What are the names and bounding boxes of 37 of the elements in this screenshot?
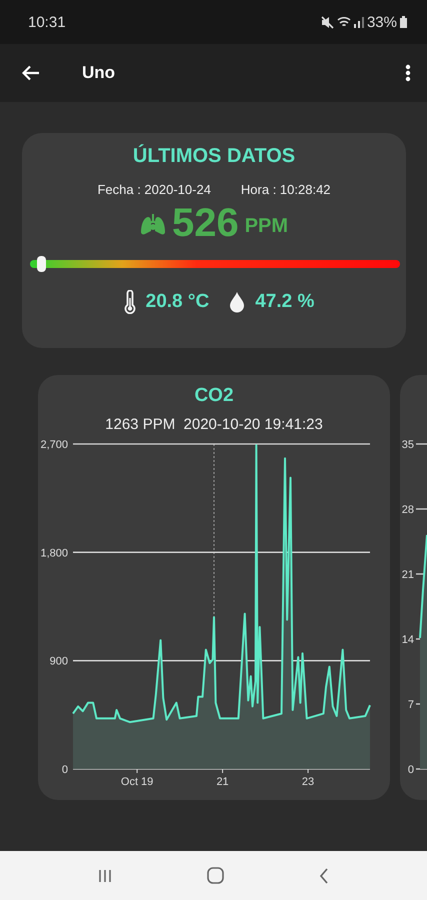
lungs-icon — [140, 212, 166, 234]
mute-icon — [320, 16, 334, 28]
axis-label: 7 — [408, 699, 414, 711]
axis-label: 900 — [50, 656, 68, 668]
axis-label: 28 — [402, 504, 414, 516]
axis-label: 0 — [408, 764, 414, 776]
axis-label: 14 — [402, 634, 414, 646]
chart-title: CO2 — [194, 385, 234, 407]
axis-label: 35 — [402, 439, 414, 451]
more-vertical-icon — [405, 64, 411, 82]
time-label: Hora : 10:28:42 — [240, 182, 331, 197]
axis-label: 23 — [302, 776, 314, 788]
back-arrow-icon — [22, 65, 40, 81]
axis-label: 21 — [402, 569, 414, 581]
axis-label: 2,700 — [40, 439, 68, 451]
co2-unit: PPM — [244, 215, 288, 238]
axis-label: 21 — [216, 776, 229, 788]
wifi-icon — [336, 16, 351, 28]
axis-label: 0 — [62, 764, 68, 776]
temperature-value: 20.8 °C — [146, 291, 210, 313]
thermometer-icon — [124, 290, 136, 314]
card-title: ÚLTIMOS DATOS — [132, 145, 296, 168]
recent-apps-icon — [98, 868, 112, 882]
selected-reading: 1263 PPM 2020-10-20 19:41:23 — [105, 416, 323, 433]
battery-icon — [400, 16, 407, 28]
humidity-value: 47.2 % — [255, 291, 314, 313]
clock-time: 10:31 — [28, 14, 66, 30]
date-label: Fecha : 2020-10-24 — [97, 182, 211, 197]
home-icon — [206, 867, 224, 884]
back-chevron-icon — [319, 868, 330, 884]
signal-icon — [354, 16, 364, 28]
water-drop-icon — [229, 291, 246, 313]
screen-title: Uno — [82, 63, 116, 83]
axis-label: 1,800 — [40, 547, 68, 560]
co2-value: 526 — [172, 201, 239, 246]
axis-label: Oct 19 — [120, 776, 154, 788]
battery-percentage: 33% — [366, 14, 397, 30]
